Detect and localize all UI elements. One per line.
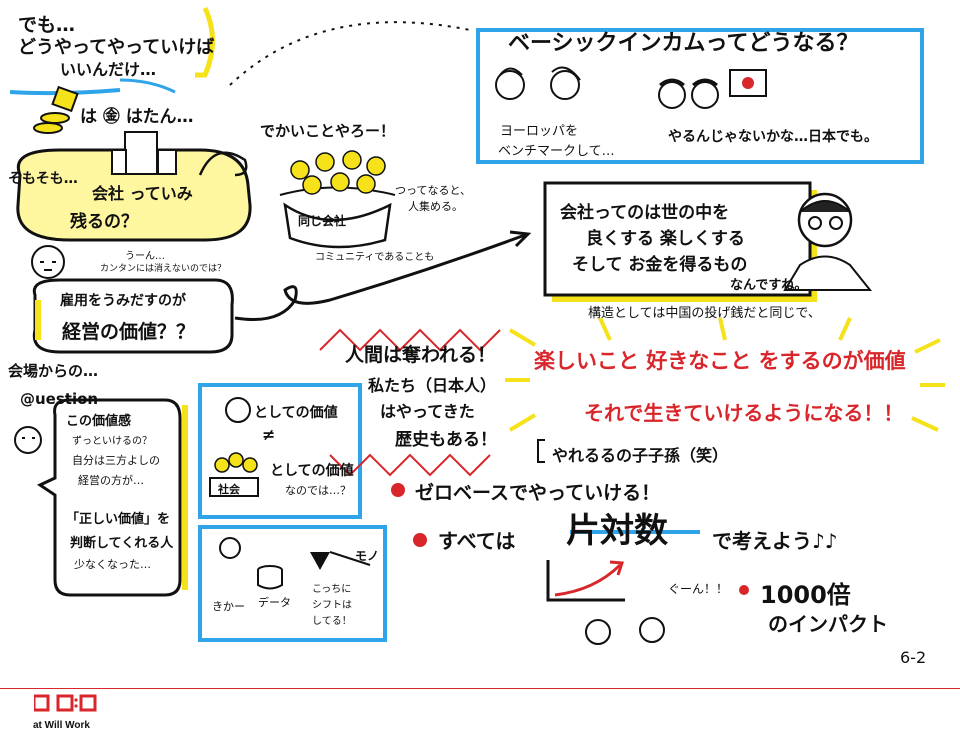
database-icon (257, 565, 283, 590)
hall-line2: @uestion (20, 390, 99, 408)
employ-line1: 雇用をうみだすのが (60, 293, 186, 309)
impact-line2: のインパクト (768, 612, 888, 636)
hall-line1: 会場からの… (8, 362, 99, 380)
down-triangle-icon (310, 552, 330, 570)
bracket-left (537, 439, 545, 463)
impact-line1: 1000倍 (760, 581, 851, 609)
smiling-faces-icon (585, 617, 665, 645)
basic-income-left: ヨーロッパを (500, 124, 579, 139)
bullet2-prefix: すべては (438, 529, 516, 553)
speech1-prefix: そもそも… (8, 171, 78, 187)
question-l7: 少なくなった… (74, 558, 151, 571)
bullet1: ゼロベースでやっていける！ (415, 482, 661, 504)
quote-line2: 良くする 楽しくする (586, 229, 745, 249)
quote-line1: 会社ってのは世の中を (560, 203, 730, 223)
value-row2a: としての価値 (270, 463, 354, 479)
japanese-people-icon (658, 78, 719, 109)
coin-note: は ㊎ はたん… (80, 107, 194, 127)
question-l3: 自分は三方よしの (72, 454, 160, 467)
employ-line2: 経営の価値？？ (62, 321, 196, 343)
bullet-dot-2 (413, 533, 427, 547)
question-l4: 経営の方が… (78, 474, 144, 487)
people-line3: はやってきた (380, 402, 475, 421)
basic-income-title: ベーシックインカムってどうなる？ (508, 31, 859, 56)
cake-people-icon (279, 150, 396, 249)
yen-bag-icon (225, 397, 251, 423)
value-neq: ≠ (262, 425, 276, 444)
thinking-face-icon (31, 245, 65, 279)
tiny-note1-line1: うーん… (125, 251, 165, 262)
cake-title: でかいことやろー！ (260, 122, 396, 140)
value-red-line1: 楽しいこと 好きなこと をするのが価値 (534, 349, 906, 373)
european-people-icon (495, 66, 581, 100)
question-l1: この価値感 (66, 414, 132, 429)
person-icon (219, 537, 241, 559)
footer-divider (0, 688, 960, 689)
shift-text2: シフトは (312, 600, 352, 611)
value-row1: としての価値 (254, 405, 338, 421)
shift-left: きかー (212, 600, 245, 613)
graph-curve (554, 563, 622, 597)
question-l2: ずっといけるの？ (72, 436, 152, 447)
bullet2-suffix: で考えよう♪♪ (712, 529, 838, 553)
gun-text: ぐーん！！ (668, 582, 729, 596)
bullet2-big: 片対数 (566, 511, 668, 551)
value-red-line2: それで生きていけるようになる！！ (584, 401, 904, 425)
shift-text3: してる！ (312, 616, 352, 627)
top-left-line3: いいんだけ… (60, 60, 157, 79)
people-line4: 歴史もある！ (395, 430, 497, 450)
logo-text: at Will Work (33, 720, 90, 731)
people-line2: 私たち（日本人） (368, 376, 497, 395)
shift-data: データ (258, 596, 291, 609)
quote-line3: そして お金を得るもの (572, 255, 748, 275)
bullet-dot-3 (739, 585, 749, 595)
shift-text1: こっちに (312, 584, 352, 595)
cake-side1: つってなると、 (395, 184, 472, 197)
audience-face-icon (14, 426, 42, 454)
basic-income-left2: ベンチマークして… (498, 144, 615, 159)
shift-mo: モノ (355, 549, 380, 563)
speech1-main: 会社 っていみ (92, 184, 193, 203)
question-l6: 判断してくれる人 (70, 536, 174, 551)
question-l5: 「正しい価値」を (66, 512, 171, 527)
dotted-arc (229, 21, 471, 86)
can-do: やれるるの子子孫（笑） (552, 446, 729, 465)
tiny-note1-line2: カンタンには消えないのでは？ (100, 264, 227, 274)
bullet-dot-1 (391, 483, 405, 497)
speech1-tail: 残るの？ (70, 212, 138, 232)
value-row2b: なのでは…？ (285, 484, 351, 497)
quote-line4: なんですね。 (730, 278, 808, 293)
red-zigzag-bottom (329, 453, 491, 477)
cake-side2: 人集める。 (408, 200, 463, 213)
cake-label: 同じ会社 (298, 214, 347, 228)
blue-underline-top-2 (119, 78, 176, 94)
value-badge: 社会 (218, 483, 240, 496)
structure-note: 構造としては中国の投げ銭だと同じで、 (588, 306, 821, 321)
basic-income-right: やるんじゃないかな…日本でも。 (668, 129, 878, 145)
japan-flag-icon (729, 69, 767, 97)
cake-bottom: コミュニティであることも (315, 252, 435, 263)
people-line1: 人間は奪われる！ (345, 344, 497, 366)
building-icon (111, 131, 177, 175)
page-number: 6-2 (900, 648, 927, 667)
